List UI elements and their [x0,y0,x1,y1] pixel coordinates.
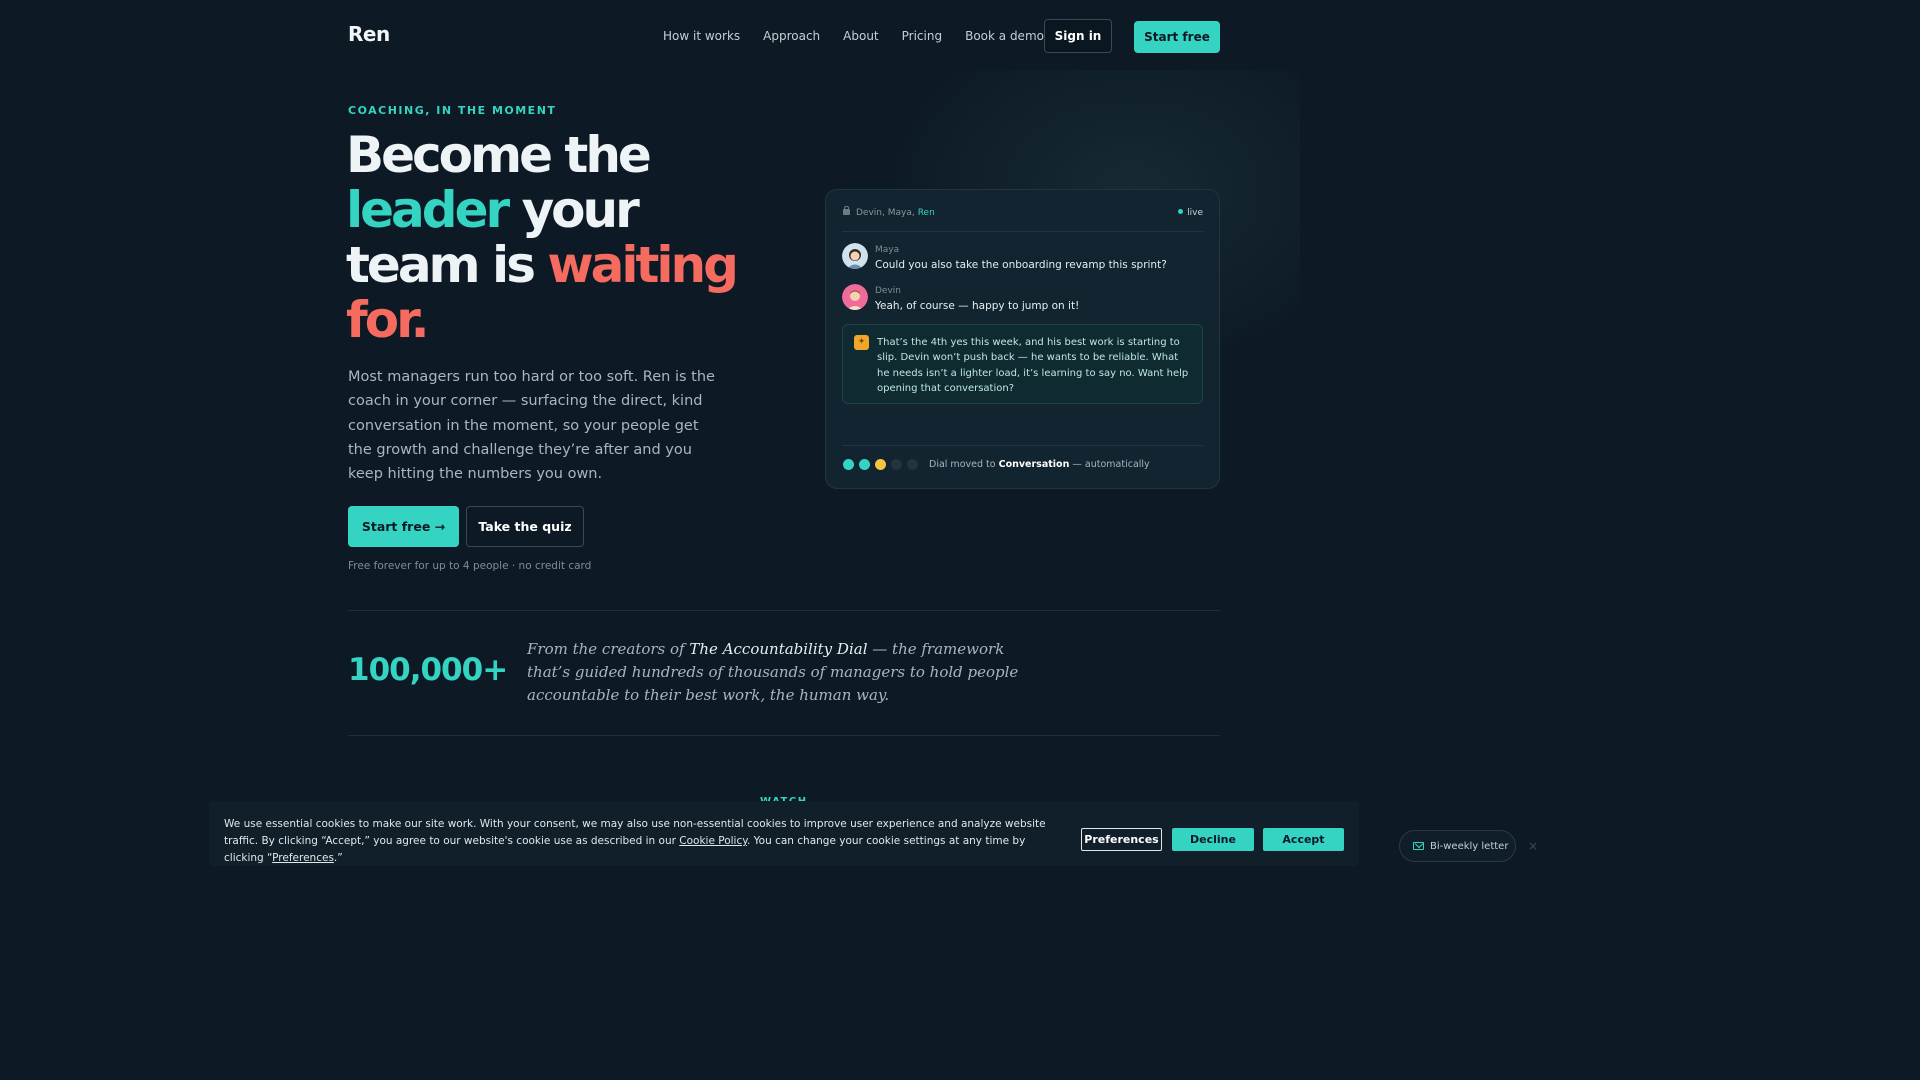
creators-quote: From the creators of The Accountability … [527,638,1047,707]
message-author: Devin [875,286,901,296]
hero-headline: Become the leader your team is waiting f… [346,128,786,348]
live-label: live [1187,208,1203,218]
cookie-banner: We use essential cookies to make our sit… [209,801,1359,866]
hero-lead: Most managers run too hard or too soft. … [348,369,715,483]
headline-part: your [521,181,640,239]
cookie-preferences-button[interactable]: Preferences [1081,828,1162,851]
ren-coaching-note: ✦ That’s the 4th yes this week, and his … [842,324,1203,404]
newsletter-label: Bi-weekly letter [1430,840,1509,852]
newsletter-pill[interactable]: Bi-weekly letter [1399,830,1516,862]
dial-dot [843,459,854,470]
dial-dot [907,459,918,470]
nav-link-pricing[interactable]: Pricing [902,29,942,43]
hero-fine-print: Free forever for up to 4 people · no cre… [348,560,592,572]
headline-highlight-leader: leader [346,181,510,239]
cookie-text: We use essential cookies to make our sit… [224,816,1064,867]
dial-status: Dial moved to Conversation — automatical… [929,459,1150,470]
managers-stat: 100,000+ [348,652,508,688]
chat-ren-participant: Ren [917,208,935,218]
mail-icon [1413,842,1424,850]
ren-note-text: That’s the 4th yes this week, and his be… [877,337,1189,394]
divider [348,610,1220,611]
devin-avatar-icon [842,284,868,310]
headline-part: team is [346,236,536,294]
accountability-dial [843,459,918,470]
divider [842,445,1203,446]
cookie-decline-button[interactable]: Decline [1172,828,1254,851]
nav-link-how-it-works[interactable]: How it works [663,29,740,43]
close-icon[interactable]: × [1528,839,1538,853]
cookie-text-end: .” [333,852,343,864]
chat-header: Devin, Maya, Ren live [843,206,1203,222]
lock-icon [843,206,850,215]
nav-links: How it works Approach About Pricing Book… [663,29,1044,43]
cookie-policy-link[interactable]: Cookie Policy [679,835,747,847]
quote-book-title: The Accountability Dial [689,640,868,658]
logo[interactable]: Ren [348,22,390,46]
nav-start-free-button[interactable]: Start free [1134,21,1220,53]
headline-highlight-waiting: waiting [547,236,738,294]
maya-avatar-icon [842,243,868,269]
dial-suffix: — automatically [1072,459,1150,470]
ren-spark-icon: ✦ [854,335,869,350]
cookie-accept-button[interactable]: Accept [1263,828,1344,851]
headline-highlight-for: for. [346,291,430,349]
hero-start-free-button[interactable]: Start free → [348,506,459,547]
nav-link-book-demo[interactable]: Book a demo [965,29,1044,43]
dial-target: Conversation [998,459,1070,470]
dial-dot [875,459,886,470]
nav-link-about[interactable]: About [843,29,878,43]
dial-prefix: Dial moved to [929,459,996,470]
live-dot-icon [1178,209,1184,214]
message-text: Could you also take the onboarding revam… [875,259,1167,271]
divider [348,735,1220,736]
hero-eyebrow: COACHING, IN THE MOMENT [348,104,557,117]
dial-dot [859,459,870,470]
cookie-preferences-link[interactable]: Preferences [272,852,334,864]
quote-pre: From the creators of [527,640,685,658]
divider [842,231,1203,232]
live-indicator: live [1178,208,1203,218]
nav-link-approach[interactable]: Approach [763,29,820,43]
dial-dot [891,459,902,470]
sign-in-button[interactable]: Sign in [1044,19,1112,53]
chat-participants: Devin, Maya, [856,208,915,218]
chat-demo-card: Devin, Maya, Ren live Maya Could you also… [825,189,1220,489]
message-text: Yeah, of course — happy to jump on it! [875,300,1080,312]
take-quiz-button[interactable]: Take the quiz [466,506,584,547]
top-nav: Ren How it works Approach About Pricing … [348,18,1220,54]
headline-part: Become the [346,126,652,184]
message-author: Maya [875,245,900,255]
